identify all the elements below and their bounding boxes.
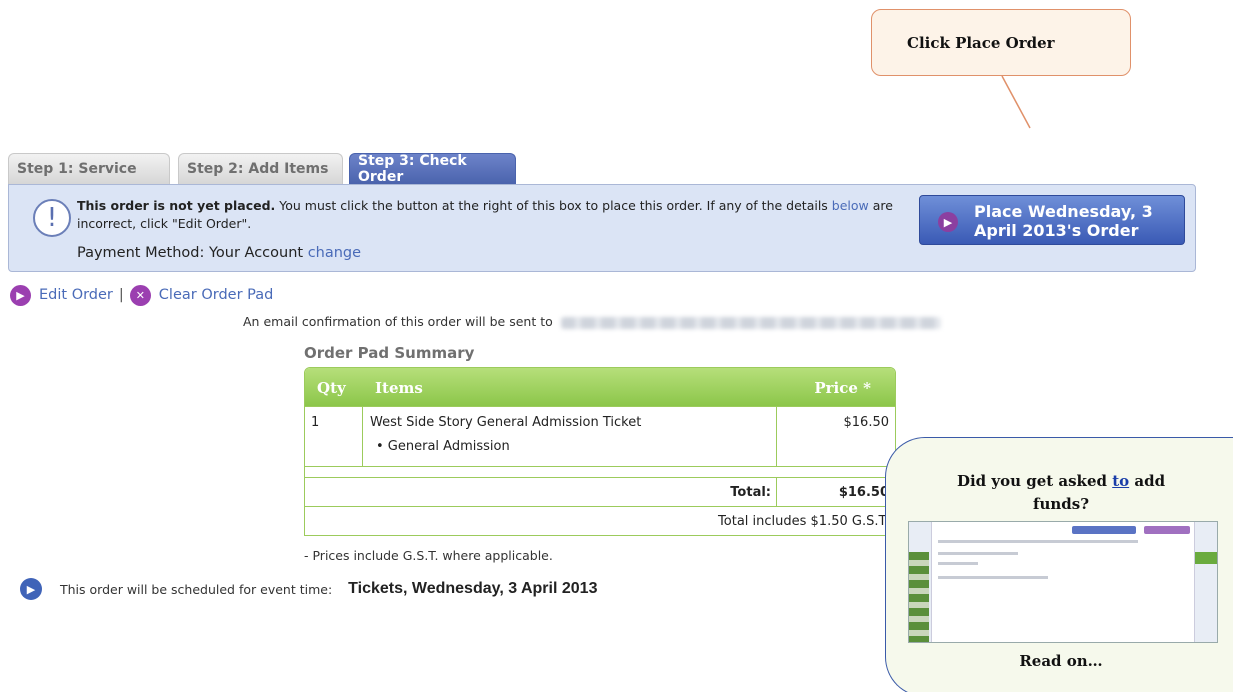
thumbnail-sidebar [909, 552, 929, 642]
arrow-right-icon: ▶ [938, 212, 958, 232]
schedule-text: This order will be scheduled for event t… [60, 581, 333, 597]
thumbnail-line [938, 540, 1138, 543]
add-funds-question: Did you get asked to add funds? [946, 470, 1176, 516]
arrow-right-icon: ▶ [20, 578, 42, 600]
arrow-right-icon[interactable]: ▶ [10, 284, 31, 306]
clear-x-icon[interactable]: ✕ [129, 284, 151, 306]
place-order-line-1: Place Wednesday, 3 [974, 202, 1153, 221]
payment-label: Payment Method: Your Account [77, 245, 308, 261]
exclamation-icon: ! [33, 199, 71, 237]
total-label: Total: [730, 485, 771, 500]
place-order-button[interactable]: ▶ Place Wednesday, 3 April 2013's Order [919, 195, 1185, 245]
schedule-line: ▶ This order will be scheduled for event… [20, 578, 597, 600]
column-divider [362, 407, 363, 466]
thumbnail-line [938, 576, 1048, 579]
row-qty: 1 [311, 415, 320, 430]
header-items: Items [375, 379, 423, 397]
order-summary-table: Qty Items Price * 1 West Side Story Gene… [304, 367, 896, 536]
notice-text-1: You must click the button at the right o… [275, 198, 832, 213]
row-item: West Side Story General Admission Ticket [370, 415, 642, 430]
notice-text: This order is not yet placed. You must c… [77, 197, 907, 233]
gst-note: Total includes $1.50 G.S.T. [718, 514, 889, 529]
payment-options-thumbnail [908, 521, 1218, 643]
row-price: $16.50 [843, 415, 890, 430]
clear-order-pad-link[interactable]: Clear Order Pad [159, 287, 274, 303]
question-to-link[interactable]: to [1112, 472, 1129, 490]
tab-step-1-service[interactable]: Step 1: Service [8, 153, 170, 184]
thumbnail-button [1144, 526, 1190, 534]
read-on-text: Read on… [1019, 652, 1103, 670]
thumbnail-line [938, 562, 978, 565]
question-part-1: Did you get asked [956, 472, 1113, 490]
thumbnail-button [1072, 526, 1136, 534]
notice-bold: This order is not yet placed. [77, 198, 276, 213]
header-qty: Qty [317, 379, 346, 397]
email-address-blurred [560, 316, 941, 329]
email-confirmation: An email confirmation of this order will… [243, 314, 941, 329]
header-price: Price * [814, 379, 871, 397]
callout-text: Click Place Order [907, 33, 1055, 52]
place-order-label: Place Wednesday, 3 April 2013's Order [974, 202, 1184, 240]
prices-note: - Prices include G.S.T. where applicable… [304, 548, 553, 563]
callout-click-place-order: Click Place Order [871, 9, 1131, 76]
tab-step-3-check-order[interactable]: Step 3: Check Order [349, 153, 516, 185]
place-order-line-2: April 2013's Order [974, 221, 1139, 240]
payment-method: Payment Method: Your Account change [77, 245, 361, 261]
order-pad-summary-title: Order Pad Summary [304, 344, 475, 362]
table-header: Qty Items Price * [305, 368, 895, 406]
payment-change-link[interactable]: change [308, 245, 361, 261]
schedule-value: Tickets, Wednesday, 3 April 2013 [348, 580, 598, 597]
column-divider [776, 478, 777, 506]
order-notice-box: ! This order is not yet placed. You must… [8, 184, 1196, 272]
column-divider [776, 407, 777, 466]
table-row: 1 West Side Story General Admission Tick… [305, 406, 895, 466]
add-funds-callout: Did you get asked to add funds? Read on… [885, 437, 1233, 692]
total-value: $16.50 [838, 485, 889, 500]
thumbnail-tab [1195, 552, 1217, 564]
email-text: An email confirmation of this order will… [243, 314, 553, 329]
thumbnail-line [938, 552, 1018, 555]
step-tabs: Step 1: Service Step 2: Add Items Step 3… [8, 153, 528, 185]
gst-row: Total includes $1.50 G.S.T. [305, 506, 895, 535]
tab-step-2-add-items[interactable]: Step 2: Add Items [178, 153, 343, 184]
table-spacer-row [305, 466, 895, 477]
thumbnail-panel [931, 522, 1195, 642]
separator: | [118, 287, 124, 303]
total-row: Total: $16.50 [305, 477, 895, 506]
edit-order-link[interactable]: Edit Order [39, 287, 113, 303]
below-link[interactable]: below [832, 198, 869, 213]
order-actions: ▶ Edit Order | ✕ Clear Order Pad [10, 284, 273, 306]
row-item-sub: • General Admission [376, 439, 510, 454]
